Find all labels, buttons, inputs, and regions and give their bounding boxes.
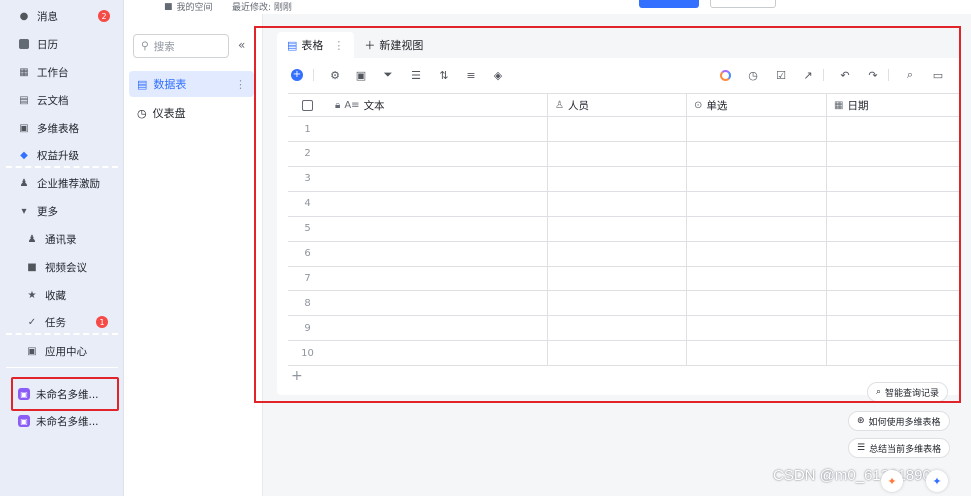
top-bar: ■ 我的空间 最近修改: 刚刚 — [124, 0, 971, 14]
search-icon: ⚲ — [141, 40, 149, 52]
summary-button[interactable]: ☰ 总结当前多维表格 — [848, 438, 951, 458]
sidebar-app-untitled-base-2[interactable]: ▣ 未命名多维... — [0, 408, 124, 434]
sidebar-item-more[interactable]: ▾ 更多 — [0, 198, 124, 224]
sidebar-item-favorites[interactable]: ★ 收藏 — [0, 282, 124, 308]
chat-icon: ● — [19, 10, 29, 22]
docs-icon: ▤ — [19, 94, 29, 106]
dashboard-icon: ◷ — [137, 106, 147, 120]
help-icon: ⊛ — [857, 416, 865, 426]
diamond-icon: ◆ — [20, 149, 28, 161]
base-app-icon: ▣ — [18, 415, 30, 427]
ai-assistant-icon[interactable]: ✦ — [881, 470, 903, 492]
divider — [6, 367, 118, 368]
bag-icon: ▣ — [27, 345, 37, 357]
sidebar-item-appcenter[interactable]: ▣ 应用中心 — [0, 338, 124, 364]
sidebar-item-contacts[interactable]: ♟ 通讯录 — [0, 226, 124, 252]
star-icon: ★ — [27, 289, 37, 301]
last-modified: 最近修改: 刚刚 — [232, 3, 292, 13]
sidebar-item-meeting[interactable]: ■ 视频会议 — [0, 254, 124, 280]
check-icon: ✓ — [27, 316, 37, 328]
collapse-icon[interactable]: « — [238, 38, 245, 52]
share-button[interactable] — [639, 0, 699, 8]
chevron-down-icon: ▾ — [21, 205, 27, 217]
sidebar-item-workspace[interactable]: ▦ 工作台 — [0, 59, 124, 85]
calendar-icon — [18, 38, 30, 50]
sidebar-item-messages[interactable]: ● 消息 2 — [0, 3, 124, 29]
folder-icon: ■ — [164, 1, 173, 12]
sidebar-item-docs[interactable]: ▤ 云文档 — [0, 87, 124, 113]
nav-item-dashboard[interactable]: ◷ 仪表盘 — [129, 100, 254, 126]
table-icon: ▣ — [19, 122, 29, 134]
highlight-box — [254, 26, 961, 403]
table-list-panel: ⚲ 搜索 « ▤ 数据表 ⋮ ◷ 仪表盘 — [124, 14, 263, 496]
secondary-button[interactable] — [710, 0, 776, 8]
sidebar-item-upgrade[interactable]: ◆ 权益升级 — [0, 142, 124, 168]
sidebar-item-tasks[interactable]: ✓ 任务 1 — [0, 309, 124, 335]
divider — [6, 333, 118, 335]
table-icon: ▤ — [137, 77, 148, 91]
highlight-box — [11, 377, 119, 411]
breadcrumb[interactable]: ■ 我的空间 — [164, 0, 213, 14]
sparkle-icon[interactable]: ✦ — [926, 470, 948, 492]
search-input[interactable]: ⚲ 搜索 — [133, 34, 229, 58]
task-badge: 1 — [96, 316, 108, 328]
contacts-icon: ♟ — [27, 233, 37, 245]
unread-badge: 2 — [98, 10, 110, 22]
divider — [6, 166, 118, 168]
grid-icon: ▦ — [19, 66, 29, 78]
summary-icon: ☰ — [857, 443, 866, 453]
sidebar-item-referral[interactable]: ♟ 企业推荐激励 — [0, 170, 124, 196]
person-plus-icon: ♟ — [19, 177, 29, 189]
sidebar-item-calendar[interactable]: 日历 — [0, 31, 124, 57]
sidebar-item-base[interactable]: ▣ 多维表格 — [0, 115, 124, 141]
nav-item-datatable[interactable]: ▤ 数据表 ⋮ — [129, 71, 254, 97]
more-icon[interactable]: ⋮ — [235, 78, 246, 91]
watermark: CSDN @m0_61361890 — [773, 467, 931, 484]
left-sidebar: ● 消息 2 日历 ▦ 工作台 ▤ 云文档 ▣ 多维表格 ◆ 权益升级 ♟ 企业… — [0, 0, 124, 496]
howto-button[interactable]: ⊛ 如何使用多维表格 — [848, 411, 950, 431]
video-icon: ■ — [27, 261, 37, 273]
